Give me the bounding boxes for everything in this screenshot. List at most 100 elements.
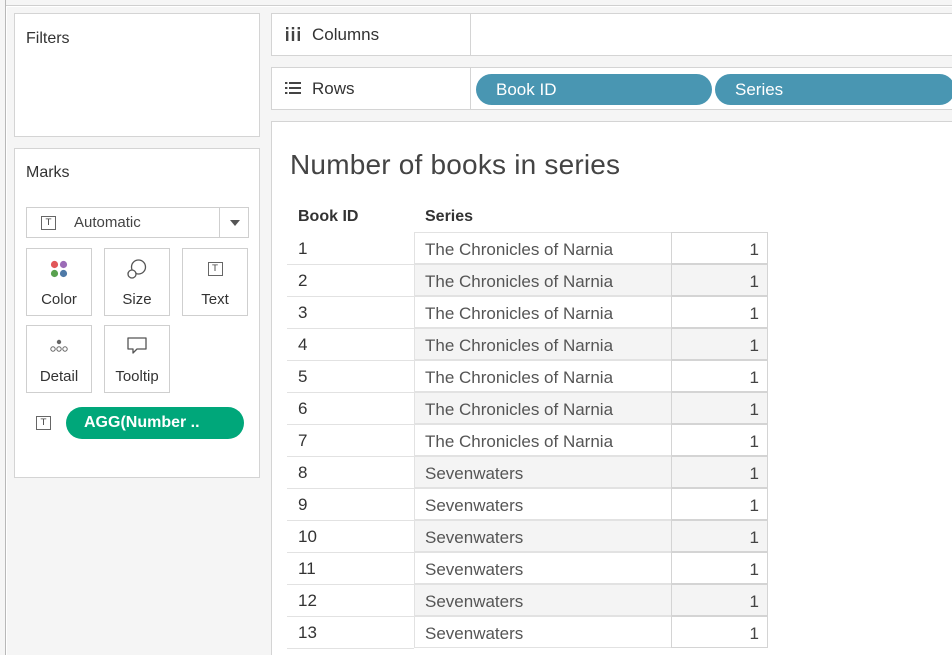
- series-cell: The Chronicles of Narnia: [414, 296, 671, 328]
- table-row[interactable]: 7 The Chronicles of Narnia 1: [287, 424, 768, 457]
- book-id-cell: 2: [298, 271, 308, 290]
- book-id-cell: 4: [298, 335, 308, 354]
- book-id-cell: 7: [298, 431, 308, 450]
- value-text: 1: [749, 432, 759, 451]
- rows-shelf[interactable]: Rows Book ID Series: [271, 67, 952, 110]
- book-id-header[interactable]: Book ID: [298, 208, 358, 226]
- value-cell[interactable]: 1: [671, 232, 768, 264]
- value-text: 1: [749, 528, 759, 547]
- series-cell: Sevenwaters: [414, 520, 671, 552]
- viz-title: Number of books in series: [290, 149, 621, 180]
- series-header[interactable]: Series: [425, 208, 473, 226]
- marks-card: Marks T Automatic Color Size T Text Deta…: [14, 148, 260, 478]
- value-cell[interactable]: 1: [671, 520, 768, 552]
- series-text: The Chronicles of Narnia: [425, 272, 614, 291]
- value-text: 1: [749, 560, 759, 579]
- value-cell[interactable]: 1: [671, 328, 768, 360]
- series-text: Sevenwaters: [425, 592, 524, 611]
- table-row[interactable]: 6 The Chronicles of Narnia 1: [287, 392, 768, 425]
- color-button[interactable]: Color: [26, 248, 92, 316]
- detail-button[interactable]: Detail: [26, 325, 92, 393]
- table-row[interactable]: 8 Sevenwaters 1: [287, 456, 768, 489]
- table-row[interactable]: 2 The Chronicles of Narnia 1: [287, 264, 768, 297]
- marks-title: Marks: [26, 164, 70, 181]
- chevron-down-icon[interactable]: [230, 220, 240, 226]
- series-text: The Chronicles of Narnia: [425, 368, 614, 387]
- book-id-cell: 6: [298, 399, 308, 418]
- table-row[interactable]: 1 The Chronicles of Narnia 1: [287, 232, 768, 265]
- series-cell: Sevenwaters: [414, 456, 671, 488]
- mark-type-dropdown[interactable]: T Automatic: [26, 207, 249, 238]
- series-text: The Chronicles of Narnia: [425, 304, 614, 323]
- value-cell[interactable]: 1: [671, 488, 768, 520]
- size-icon: [105, 258, 169, 280]
- value-cell[interactable]: 1: [671, 456, 768, 488]
- value-text: 1: [749, 368, 759, 387]
- viz-canvas[interactable]: Number of books in series Book ID Series…: [271, 121, 952, 655]
- detail-icon: [27, 335, 91, 357]
- series-cell: The Chronicles of Narnia: [414, 360, 671, 392]
- value-cell[interactable]: 1: [671, 616, 768, 648]
- measure-pill[interactable]: AGG(Number ..: [66, 407, 244, 439]
- book-id-cell: 5: [298, 367, 308, 386]
- book-id-cell: 8: [298, 463, 308, 482]
- value-cell[interactable]: 1: [671, 392, 768, 424]
- book-id-cell: 10: [298, 527, 317, 546]
- table-row[interactable]: 10 Sevenwaters 1: [287, 520, 768, 553]
- value-cell[interactable]: 1: [671, 584, 768, 616]
- table-row[interactable]: 11 Sevenwaters 1: [287, 552, 768, 585]
- value-text: 1: [749, 624, 759, 643]
- filters-card[interactable]: Filters: [14, 13, 260, 137]
- row-divider: [287, 648, 414, 649]
- rows-icon: [284, 80, 302, 101]
- table-row[interactable]: 9 Sevenwaters 1: [287, 488, 768, 521]
- series-cell: Sevenwaters: [414, 616, 671, 648]
- series-cell: Sevenwaters: [414, 488, 671, 520]
- text-button[interactable]: T Text: [182, 248, 248, 316]
- series-pill[interactable]: Series: [715, 74, 952, 105]
- value-cell[interactable]: 1: [671, 360, 768, 392]
- columns-shelf-label: Columns: [272, 14, 471, 55]
- series-cell: The Chronicles of Narnia: [414, 424, 671, 456]
- value-text: 1: [749, 592, 759, 611]
- series-text: The Chronicles of Narnia: [425, 240, 614, 259]
- text-encoding-icon[interactable]: T: [36, 416, 51, 430]
- tooltip-button[interactable]: Tooltip: [104, 325, 170, 393]
- columns-shelf[interactable]: Columns: [271, 13, 952, 56]
- table-row[interactable]: 12 Sevenwaters 1: [287, 584, 768, 617]
- table-row[interactable]: 13 Sevenwaters 1: [287, 616, 768, 649]
- rows-label: Rows: [312, 79, 355, 98]
- table-row[interactable]: 3 The Chronicles of Narnia 1: [287, 296, 768, 329]
- columns-icon: [284, 26, 302, 47]
- book-id-cell: 13: [298, 623, 317, 642]
- book-id-cell: 9: [298, 495, 308, 514]
- value-text: 1: [749, 400, 759, 419]
- value-cell[interactable]: 1: [671, 552, 768, 584]
- series-cell: Sevenwaters: [414, 552, 671, 584]
- book-id-pill[interactable]: Book ID: [476, 74, 712, 105]
- dropdown-divider: [219, 208, 220, 237]
- value-text: 1: [749, 336, 759, 355]
- table-row[interactable]: 4 The Chronicles of Narnia 1: [287, 328, 768, 361]
- color-label: Color: [41, 291, 77, 308]
- series-text: Sevenwaters: [425, 464, 524, 483]
- book-id-cell: 3: [298, 303, 308, 322]
- value-cell[interactable]: 1: [671, 264, 768, 296]
- window-top-edge: [0, 0, 952, 6]
- text-label: Text: [201, 291, 229, 308]
- value-cell[interactable]: 1: [671, 424, 768, 456]
- series-cell: Sevenwaters: [414, 584, 671, 616]
- series-text: The Chronicles of Narnia: [425, 400, 614, 419]
- mark-type-label: Automatic: [74, 214, 141, 231]
- book-id-cell: 12: [298, 591, 317, 610]
- window-left-edge: [0, 0, 6, 655]
- series-text: The Chronicles of Narnia: [425, 336, 614, 355]
- series-cell: The Chronicles of Narnia: [414, 392, 671, 424]
- value-text: 1: [749, 240, 759, 259]
- value-cell[interactable]: 1: [671, 296, 768, 328]
- series-text: Sevenwaters: [425, 624, 524, 643]
- size-button[interactable]: Size: [104, 248, 170, 316]
- text-mark-icon: T: [41, 216, 56, 230]
- table-row[interactable]: 5 The Chronicles of Narnia 1: [287, 360, 768, 393]
- series-cell: The Chronicles of Narnia: [414, 264, 671, 296]
